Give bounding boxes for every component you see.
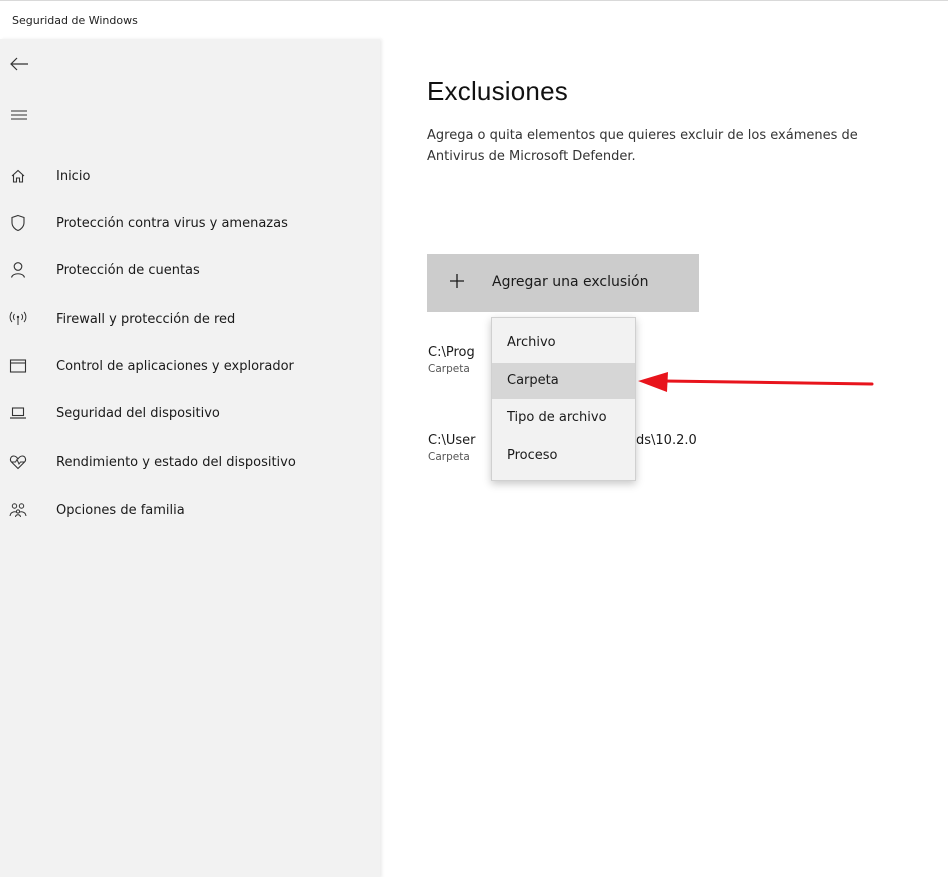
sidebar-item-device-security[interactable]: Seguridad del dispositivo (0, 391, 380, 435)
menu-item-archivo[interactable]: Archivo (492, 325, 635, 361)
exclusion-item[interactable]: C:\Prog Carpeta (428, 345, 475, 375)
family-icon (8, 500, 28, 520)
menu-item-label: Archivo (507, 335, 556, 350)
page-title: Exclusiones (427, 76, 568, 106)
menu-item-tipo-de-archivo[interactable]: Tipo de archivo (492, 400, 635, 436)
laptop-icon (8, 403, 28, 423)
exclusion-path: C:\Prog (428, 345, 475, 360)
exclusion-path: C:\User (428, 433, 476, 448)
description-line-2: Antivirus de Microsoft Defender. (427, 149, 636, 164)
window-title: Seguridad de Windows (12, 14, 138, 27)
app-window: Seguridad de Windows Inicio Protección c… (0, 0, 948, 877)
heart-icon (8, 452, 28, 472)
sidebar-item-firewall[interactable]: Firewall y protección de red (0, 297, 380, 341)
description-line-1: Agrega o quita elementos que quieres exc… (427, 128, 858, 143)
menu-item-carpeta[interactable]: Carpeta (492, 363, 635, 399)
sidebar-item-virus-protection[interactable]: Protección contra virus y amenazas (0, 201, 380, 245)
sidebar-item-label: Protección contra virus y amenazas (56, 215, 288, 231)
add-exclusion-button[interactable]: Agregar una exclusión (427, 254, 699, 312)
sidebar-item-family-options[interactable]: Opciones de familia (0, 488, 380, 532)
sidebar-item-account-protection[interactable]: Protección de cuentas (0, 248, 380, 292)
menu-item-label: Carpeta (507, 373, 559, 388)
exclusion-type: Carpeta (428, 363, 470, 375)
add-exclusion-label: Agregar una exclusión (492, 274, 649, 290)
main-content: Exclusiones Agrega o quita elementos que… (380, 39, 948, 877)
sidebar-item-app-browser-control[interactable]: Control de aplicaciones y explorador (0, 344, 380, 388)
shield-icon (8, 213, 28, 233)
sidebar-item-device-performance[interactable]: Rendimiento y estado del dispositivo (0, 440, 380, 484)
hamburger-icon[interactable] (8, 105, 30, 125)
sidebar-item-label: Inicio (56, 168, 91, 184)
menu-item-label: Proceso (507, 448, 558, 463)
menu-item-proceso[interactable]: Proceso (492, 438, 635, 474)
sidebar-item-label: Control de aplicaciones y explorador (56, 358, 294, 374)
sidebar-item-inicio[interactable]: Inicio (0, 154, 380, 198)
title-bar: Seguridad de Windows (0, 1, 948, 39)
home-icon (8, 166, 28, 186)
exclusion-type-dropdown: Archivo Carpeta Tipo de archivo Proceso (491, 317, 636, 481)
red-arrow-annotation (636, 371, 876, 397)
exclusion-path-tail: ds\10.2.0 (636, 433, 697, 448)
antenna-icon (8, 309, 28, 329)
browser-window-icon (8, 356, 28, 376)
exclusion-item[interactable]: C:\User Carpeta (428, 433, 475, 463)
back-arrow-icon[interactable] (8, 55, 30, 73)
person-icon (8, 260, 28, 280)
sidebar-item-label: Seguridad del dispositivo (56, 405, 220, 421)
sidebar-item-label: Protección de cuentas (56, 262, 200, 278)
sidebar-item-label: Rendimiento y estado del dispositivo (56, 454, 296, 470)
menu-item-label: Tipo de archivo (507, 410, 607, 425)
sidebar-item-label: Firewall y protección de red (56, 311, 236, 327)
exclusion-type: Carpeta (428, 451, 470, 463)
page-description: Agrega o quita elementos que quieres exc… (427, 125, 948, 167)
sidebar-item-label: Opciones de familia (56, 502, 185, 518)
plus-icon (445, 269, 469, 293)
sidebar: Inicio Protección contra virus y amenaza… (0, 39, 380, 877)
